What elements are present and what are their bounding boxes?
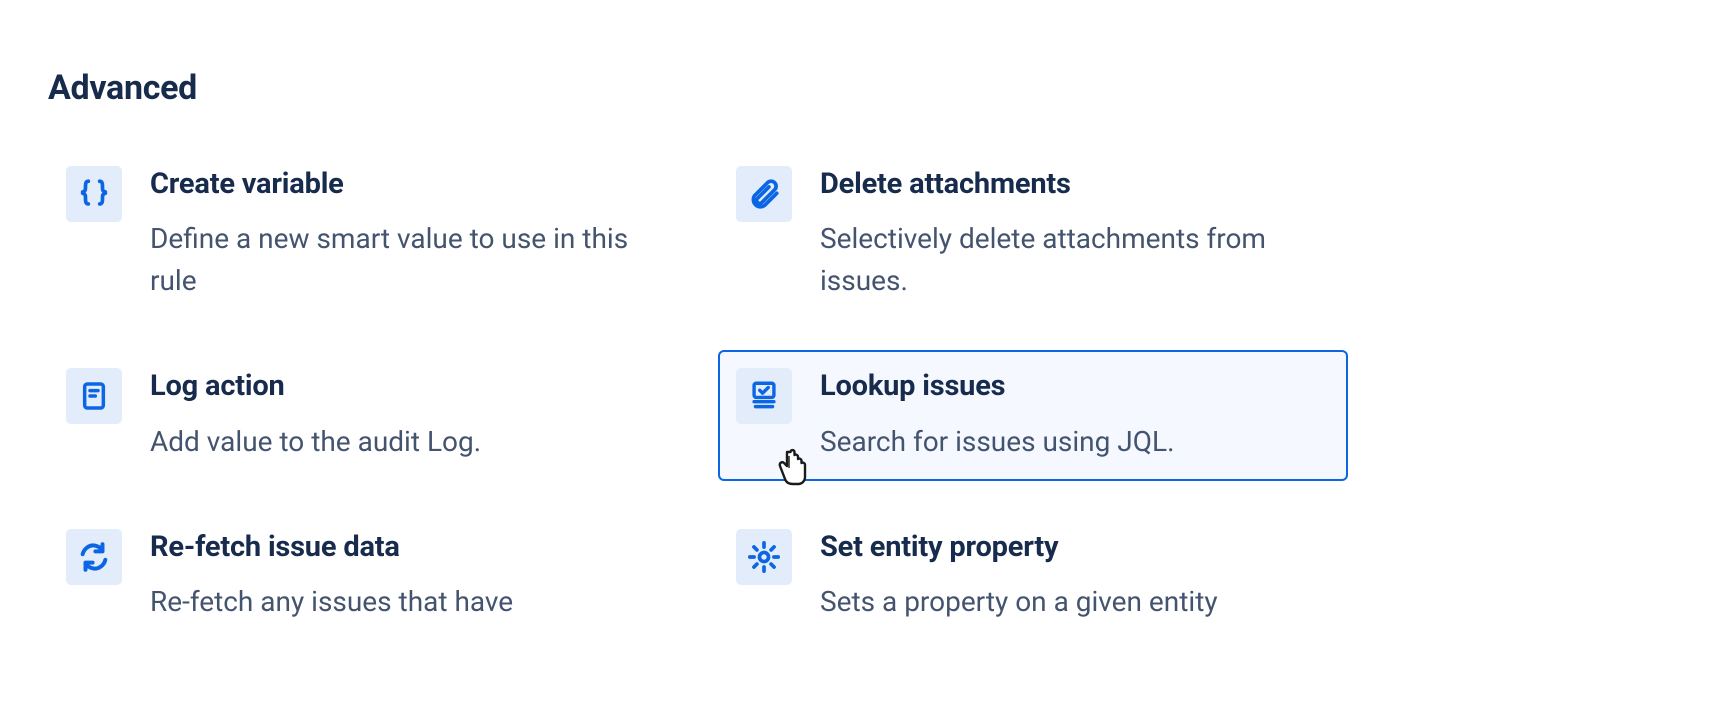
card-desc: Sets a property on a given entity (820, 581, 1328, 623)
card-desc: Search for issues using JQL. (820, 421, 1328, 463)
action-grid: Create variable Define a new smart value… (48, 148, 1348, 641)
card-desc: Re-fetch any issues that have (150, 581, 658, 623)
card-create-variable[interactable]: Create variable Define a new smart value… (48, 148, 678, 320)
card-title: Re-fetch issue data (150, 529, 658, 565)
card-lookup-issues[interactable]: Lookup issues Search for issues using JQ… (718, 350, 1348, 480)
braces-icon (66, 166, 122, 222)
card-body: Log action Add value to the audit Log. (150, 368, 658, 462)
card-title: Lookup issues (820, 368, 1328, 404)
card-desc: Define a new smart value to use in this … (150, 218, 658, 302)
section-title: Advanced (48, 68, 1662, 108)
card-delete-attachments[interactable]: Delete attachments Selectively delete at… (718, 148, 1348, 320)
card-log-action[interactable]: Log action Add value to the audit Log. (48, 350, 678, 480)
card-re-fetch-issue-data[interactable]: Re-fetch issue data Re-fetch any issues … (48, 511, 678, 641)
card-title: Delete attachments (820, 166, 1328, 202)
card-body: Delete attachments Selectively delete at… (820, 166, 1328, 302)
stack-check-icon (736, 368, 792, 424)
card-body: Set entity property Sets a property on a… (820, 529, 1328, 623)
card-desc: Selectively delete attachments from issu… (820, 218, 1328, 302)
document-icon (66, 368, 122, 424)
card-body: Re-fetch issue data Re-fetch any issues … (150, 529, 658, 623)
refresh-icon (66, 529, 122, 585)
card-body: Create variable Define a new smart value… (150, 166, 658, 302)
card-set-entity-property[interactable]: Set entity property Sets a property on a… (718, 511, 1348, 641)
gear-icon (736, 529, 792, 585)
card-title: Create variable (150, 166, 658, 202)
pointer-cursor-icon (772, 446, 812, 490)
card-title: Set entity property (820, 529, 1328, 565)
card-body: Lookup issues Search for issues using JQ… (820, 368, 1328, 462)
card-desc: Add value to the audit Log. (150, 421, 658, 463)
paperclip-icon (736, 166, 792, 222)
card-title: Log action (150, 368, 658, 404)
